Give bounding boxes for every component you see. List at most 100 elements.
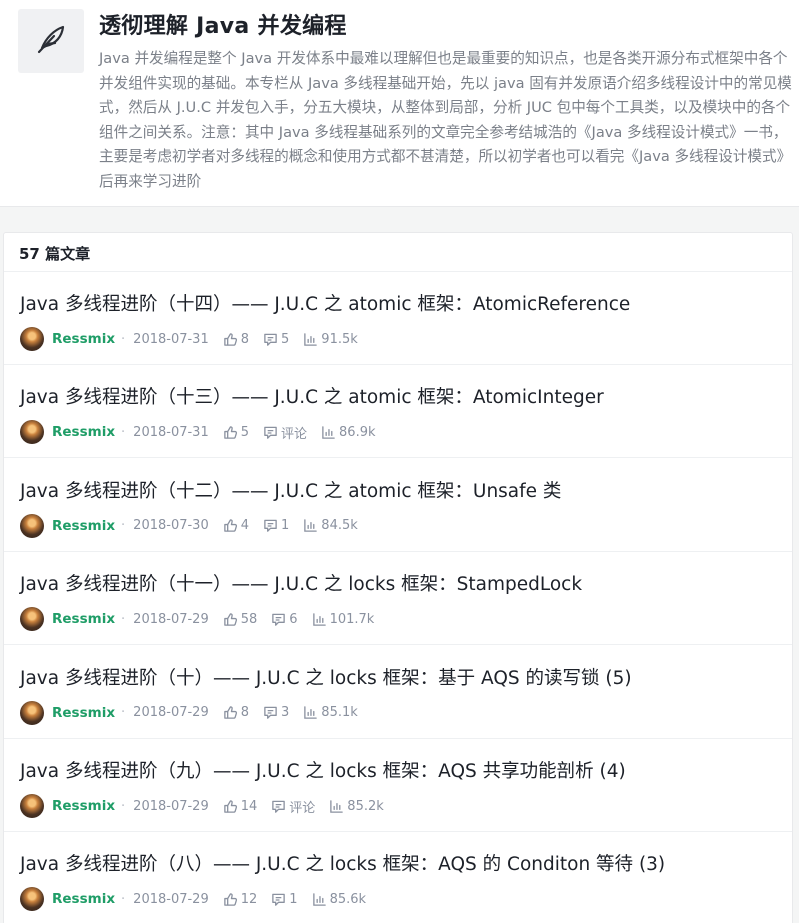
avatar[interactable] [20, 513, 44, 538]
article-item[interactable]: Java 多线程进阶（十三）—— J.U.C 之 atomic 框架：Atomi… [4, 365, 792, 459]
view-count: 85.2k [347, 798, 384, 814]
publish-date: 2018-07-31 [133, 331, 209, 347]
comment-count: 评论 [281, 426, 308, 442]
like-stat[interactable]: 8 [223, 332, 249, 347]
comment-icon [272, 893, 286, 906]
comment-icon [264, 426, 277, 439]
bar-chart-icon [322, 426, 335, 439]
comment-stat[interactable]: 3 [263, 705, 289, 720]
author-name[interactable]: Ressmix [52, 331, 115, 347]
article-item[interactable]: Java 多线程进阶（十）—— J.U.C 之 locks 框架：基于 AQS … [4, 646, 792, 739]
publish-date: 2018-07-30 [133, 518, 209, 534]
article-title[interactable]: Java 多线程进阶（十）—— J.U.C 之 locks 框架：基于 AQS … [20, 664, 632, 690]
avatar[interactable] [20, 607, 44, 632]
thumbs-up-icon [223, 426, 237, 439]
author-name[interactable]: Ressmix [52, 611, 115, 627]
like-count: 4 [240, 518, 250, 534]
comment-count: 1 [281, 518, 290, 534]
like-count: 5 [240, 424, 250, 440]
like-stat[interactable]: 12 [223, 891, 258, 907]
meta-separator: · [121, 705, 126, 721]
feather-icon [34, 22, 68, 60]
view-count: 91.5k [321, 331, 358, 347]
column-description: Java 并发编程是整个 Java 开发体系中最难以理解但也是最重要的知识点，也… [99, 50, 792, 190]
avatar[interactable] [20, 887, 44, 912]
author-name[interactable]: Ressmix [52, 705, 115, 721]
article-title[interactable]: Java 多线程进阶（十一）—— J.U.C 之 locks 框架：Stampe… [20, 570, 582, 596]
publish-date: 2018-07-29 [133, 611, 209, 627]
author-name[interactable]: Ressmix [52, 424, 115, 440]
meta-separator: · [121, 798, 126, 814]
comment-icon [264, 706, 277, 719]
comment-stat[interactable]: 5 [263, 332, 289, 347]
like-stat[interactable]: 5 [223, 425, 249, 440]
comment-icon [272, 800, 286, 813]
article-item[interactable]: Java 多线程进阶（十一）—— J.U.C 之 locks 框架：Stampe… [4, 552, 792, 646]
avatar[interactable] [20, 794, 44, 818]
thumbs-up-icon [223, 612, 237, 626]
article-meta: Ressmix · 2018-07-30 4 1 84.5k [20, 513, 372, 539]
view-count: 101.7k [329, 611, 375, 627]
like-count: 12 [240, 891, 258, 907]
meta-separator: · [121, 891, 126, 907]
comment-stat[interactable]: 1 [271, 891, 298, 907]
comment-stat[interactable]: 1 [263, 518, 289, 533]
publish-date: 2018-07-29 [133, 705, 209, 721]
meta-separator: · [121, 424, 126, 440]
like-stat[interactable]: 14 [223, 798, 258, 814]
view-stat: 101.7k [312, 611, 375, 627]
article-count: 57 篇文章 [19, 245, 91, 263]
article-title[interactable]: Java 多线程进阶（十二）—— J.U.C 之 atomic 框架：Unsaf… [20, 477, 561, 503]
view-count: 85.6k [329, 891, 367, 907]
comment-icon [272, 613, 286, 626]
like-count: 14 [240, 798, 258, 814]
article-meta: Ressmix · 2018-07-29 58 6 101.7k [20, 606, 388, 632]
comment-icon [264, 333, 277, 346]
article-item[interactable]: Java 多线程进阶（十四）—— J.U.C 之 atomic 框架：Atomi… [4, 272, 792, 365]
view-count: 84.5k [321, 518, 358, 534]
article-title[interactable]: Java 多线程进阶（十三）—— J.U.C 之 atomic 框架：Atomi… [20, 383, 604, 409]
comment-count: 6 [289, 611, 298, 627]
comment-stat[interactable]: 评论 [271, 797, 315, 816]
article-item[interactable]: Java 多线程进阶（八）—— J.U.C 之 locks 框架：AQS 的 C… [4, 832, 792, 923]
article-title[interactable]: Java 多线程进阶（九）—— J.U.C 之 locks 框架：AQS 共享功… [20, 757, 626, 783]
comment-icon [264, 519, 277, 533]
author-name[interactable]: Ressmix [52, 798, 115, 814]
avatar[interactable] [20, 420, 44, 445]
like-stat[interactable]: 8 [223, 705, 249, 720]
article-item[interactable]: Java 多线程进阶（十二）—— J.U.C 之 atomic 框架：Unsaf… [4, 459, 792, 552]
publish-date: 2018-07-29 [133, 798, 209, 814]
view-count: 85.1k [321, 705, 358, 721]
publish-date: 2018-07-29 [133, 891, 209, 907]
bar-chart-icon [304, 706, 318, 719]
article-title[interactable]: Java 多线程进阶（八）—— J.U.C 之 locks 框架：AQS 的 C… [20, 850, 665, 876]
like-stat[interactable]: 4 [223, 518, 249, 533]
comment-count: 评论 [289, 800, 316, 816]
article-list: 57 篇文章 Java 多线程进阶（十四）—— J.U.C 之 atomic 框… [3, 232, 793, 923]
meta-separator: · [121, 518, 126, 534]
author-name[interactable]: Ressmix [52, 891, 115, 907]
like-stat[interactable]: 58 [223, 611, 258, 627]
publish-date: 2018-07-31 [133, 424, 209, 440]
thumbs-up-icon [223, 332, 237, 346]
comment-count: 1 [289, 891, 298, 907]
like-count: 58 [240, 611, 258, 627]
comment-stat[interactable]: 6 [271, 611, 298, 627]
article-meta: Ressmix · 2018-07-31 5 评论 86.9k [20, 419, 390, 445]
comment-count: 3 [281, 705, 290, 721]
view-stat: 91.5k [303, 331, 358, 347]
article-item[interactable]: Java 多线程进阶（九）—— J.U.C 之 locks 框架：AQS 共享功… [4, 739, 792, 832]
like-count: 8 [240, 331, 250, 347]
avatar[interactable] [20, 327, 44, 351]
comment-stat[interactable]: 评论 [263, 423, 307, 442]
bar-chart-icon [330, 799, 344, 813]
view-stat: 86.9k [321, 425, 376, 440]
bar-chart-icon [304, 332, 318, 346]
article-title[interactable]: Java 多线程进阶（十四）—— J.U.C 之 atomic 框架：Atomi… [20, 290, 630, 316]
comment-count: 5 [281, 331, 290, 347]
view-stat: 85.6k [312, 892, 366, 907]
view-stat: 85.2k [329, 798, 384, 814]
avatar[interactable] [20, 700, 44, 725]
column-title: 透彻理解 Java 并发编程 [99, 14, 347, 39]
author-name[interactable]: Ressmix [52, 518, 115, 534]
